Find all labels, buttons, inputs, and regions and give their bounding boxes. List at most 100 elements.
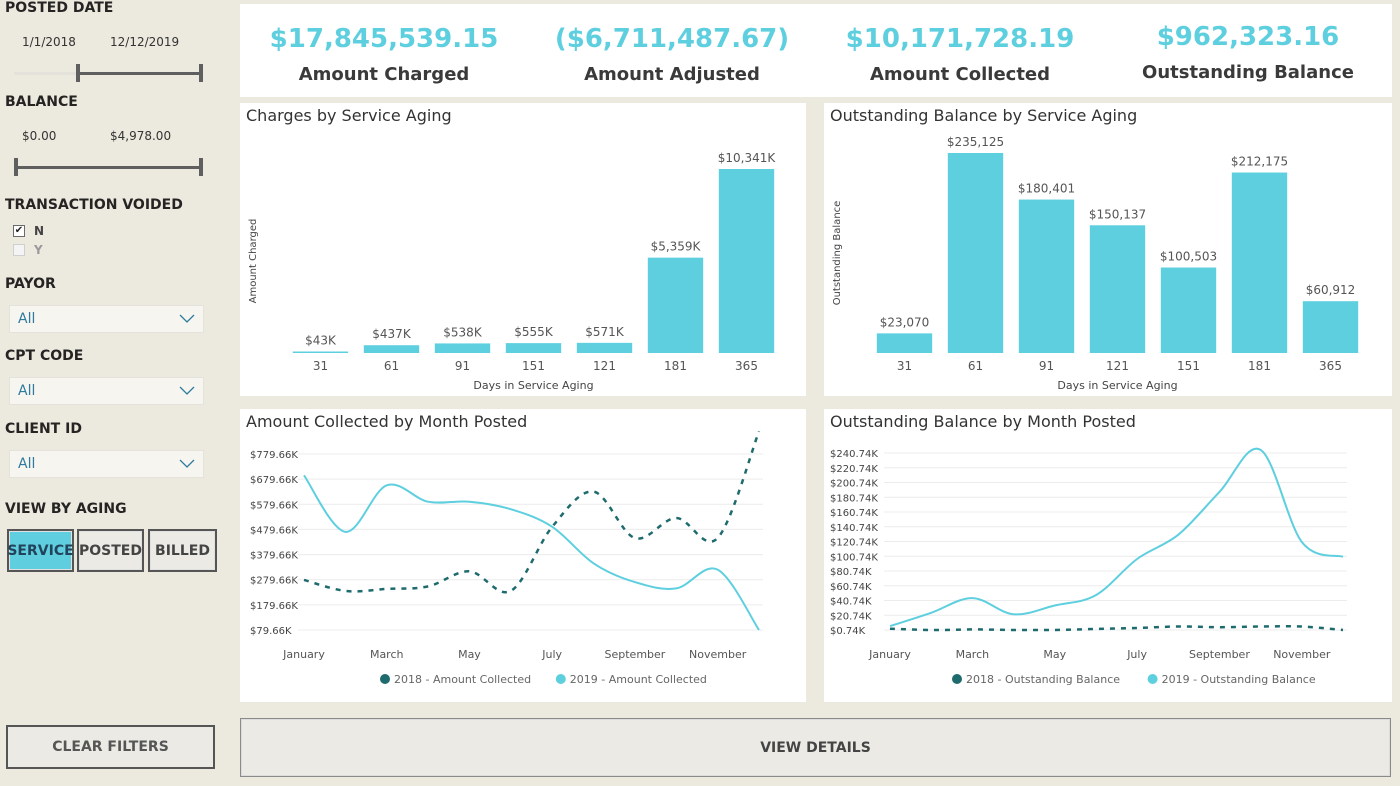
- client-id-dropdown[interactable]: All: [9, 450, 204, 478]
- bar-data-label: $23,070: [880, 315, 930, 329]
- outstanding-by-service-aging-card: $23,070 31 $235,125 61 $180,401 91 $150,137 121…: [824, 103, 1392, 396]
- balance-slider-min-handle[interactable]: [14, 158, 18, 176]
- balance-heading: BALANCE: [5, 94, 78, 110]
- kpi-value: $10,171,728.19: [845, 24, 1075, 54]
- bar: [363, 345, 420, 353]
- x-tick-label: November: [689, 648, 747, 661]
- posted-date-end[interactable]: 12/12/2019: [110, 35, 179, 49]
- kpi-outstanding-balance: $962,323.16 Outstanding Balance: [1104, 4, 1392, 97]
- posted-date-slider[interactable]: [78, 72, 202, 75]
- y-tick-label: $779.66K: [250, 450, 298, 461]
- voided-option-n-label: N: [34, 224, 45, 238]
- balance-slider-max-handle[interactable]: [199, 158, 203, 176]
- y-tick-label: $120.74K: [830, 538, 878, 549]
- bar: [292, 351, 349, 353]
- balance-slider[interactable]: [14, 166, 202, 169]
- y-tick-label: $200.74K: [830, 479, 878, 490]
- bar: [1089, 225, 1146, 353]
- y-tick-label: $79.66K: [250, 626, 292, 637]
- bar-data-label: $571K: [585, 325, 625, 339]
- kpi-panel: $17,845,539.15 Amount Charged ($6,711,48…: [240, 4, 1392, 97]
- chart-title: Outstanding Balance by Service Aging: [830, 106, 1138, 125]
- y-tick-label: $20.74K: [830, 611, 872, 622]
- y-axis-label: Outstanding Balance: [832, 201, 843, 306]
- x-tick-label: 365: [735, 359, 758, 373]
- bar-data-label: $5,359K: [651, 240, 702, 254]
- checkbox-unchecked-icon[interactable]: [13, 244, 25, 256]
- aging-billed-button[interactable]: BILLED: [148, 529, 217, 572]
- legend-marker: [555, 674, 566, 684]
- payor-dropdown-value: All: [18, 311, 36, 327]
- y-axis-label: Amount Charged: [248, 219, 259, 304]
- charges-by-service-aging-chart[interactable]: $43K 31 $437K 61 $538K 91 $555K 151 $571K 121 $5,3…: [240, 103, 806, 396]
- payor-dropdown[interactable]: All: [9, 305, 204, 333]
- x-axis-label: Days in Service Aging: [1057, 379, 1177, 392]
- chevron-down-icon: [179, 386, 195, 395]
- legend-label: 2018 - Outstanding Balance: [966, 673, 1120, 686]
- charges-by-service-aging-card: $43K 31 $437K 61 $538K 91 $555K 151 $571K 121 $5,3…: [240, 103, 806, 396]
- y-tick-label: $140.74K: [830, 523, 878, 534]
- kpi-value: $962,323.16: [1156, 22, 1340, 52]
- bar: [1302, 301, 1359, 353]
- kpi-label: Outstanding Balance: [1142, 62, 1354, 83]
- x-tick-label: 151: [522, 359, 545, 373]
- outstanding-by-month-card: $0.74K $20.74K $40.74K $60.74K $80.74K $100.7…: [824, 409, 1392, 702]
- chart-title: Charges by Service Aging: [246, 106, 452, 125]
- legend-marker: [1147, 674, 1158, 684]
- x-tick-label: January: [868, 648, 911, 661]
- aging-service-button[interactable]: SERVICE: [7, 529, 74, 572]
- legend-marker: [380, 674, 390, 684]
- voided-option-y[interactable]: Y: [13, 243, 43, 257]
- kpi-label: Amount Charged: [298, 64, 470, 85]
- view-by-aging-heading: VIEW BY AGING: [5, 501, 127, 517]
- voided-option-n[interactable]: ✔ N: [13, 224, 44, 238]
- outstanding-by-service-aging-chart[interactable]: $23,070 31 $235,125 61 $180,401 91 $150,137 121…: [824, 103, 1392, 396]
- payor-heading: PAYOR: [5, 276, 56, 292]
- series-line: [889, 447, 1344, 628]
- aging-posted-button[interactable]: POSTED: [77, 529, 144, 572]
- x-tick-label: 121: [1106, 359, 1129, 373]
- bar-data-label: $555K: [514, 325, 554, 339]
- bar-data-label: $180,401: [1018, 182, 1075, 196]
- bar-data-label: $60,912: [1306, 283, 1356, 297]
- x-axis-label: Days in Service Aging: [473, 379, 593, 392]
- chevron-down-icon: [179, 314, 195, 323]
- bar: [434, 343, 491, 353]
- x-tick-label: 151: [1177, 359, 1200, 373]
- posted-date-start[interactable]: 1/1/2018: [22, 35, 76, 49]
- bar-data-label: $100,503: [1160, 250, 1217, 264]
- legend-marker: [952, 674, 962, 684]
- kpi-amount-charged: $17,845,539.15 Amount Charged: [240, 4, 528, 97]
- transaction-voided-heading: TRANSACTION VOIDED: [5, 197, 183, 213]
- x-tick-label: 365: [1319, 359, 1342, 373]
- x-tick-label: November: [1273, 648, 1331, 661]
- bar: [576, 342, 633, 353]
- x-tick-label: 121: [593, 359, 616, 373]
- outstanding-by-month-chart[interactable]: $0.74K $20.74K $40.74K $60.74K $80.74K $100.7…: [824, 409, 1392, 702]
- y-tick-label: $679.66K: [250, 475, 298, 486]
- posted-date-slider-end-handle[interactable]: [199, 64, 203, 82]
- bar-data-label: $437K: [372, 327, 412, 341]
- kpi-label: Amount Collected: [869, 64, 1051, 85]
- bar-data-label: $10,341K: [718, 151, 777, 165]
- bar: [718, 169, 775, 353]
- view-details-button[interactable]: VIEW DETAILS: [240, 718, 1391, 777]
- x-tick-label: 31: [313, 359, 328, 373]
- y-tick-label: $240.74K: [830, 449, 878, 460]
- y-tick-label: $60.74K: [830, 582, 872, 593]
- balance-max[interactable]: $4,978.00: [110, 129, 171, 143]
- clear-filters-button[interactable]: CLEAR FILTERS: [6, 725, 215, 769]
- client-id-dropdown-value: All: [18, 456, 36, 472]
- kpi-amount-adjusted: ($6,711,487.67) Amount Adjusted: [528, 4, 816, 97]
- bar: [947, 153, 1004, 353]
- balance-min[interactable]: $0.00: [22, 129, 56, 143]
- amount-collected-by-month-chart[interactable]: $79.66K $179.66K $279.66K $379.66K $479.66K $…: [240, 409, 806, 702]
- bar-data-label: $150,137: [1089, 207, 1146, 221]
- y-tick-label: $100.74K: [830, 552, 878, 563]
- x-tick-label: 91: [1039, 359, 1054, 373]
- bar-data-label: $538K: [443, 325, 483, 339]
- posted-date-heading: POSTED DATE: [5, 0, 114, 16]
- cpt-code-dropdown[interactable]: All: [9, 377, 204, 405]
- posted-date-slider-start-handle[interactable]: [76, 64, 80, 82]
- checkbox-checked-icon[interactable]: ✔: [13, 225, 25, 237]
